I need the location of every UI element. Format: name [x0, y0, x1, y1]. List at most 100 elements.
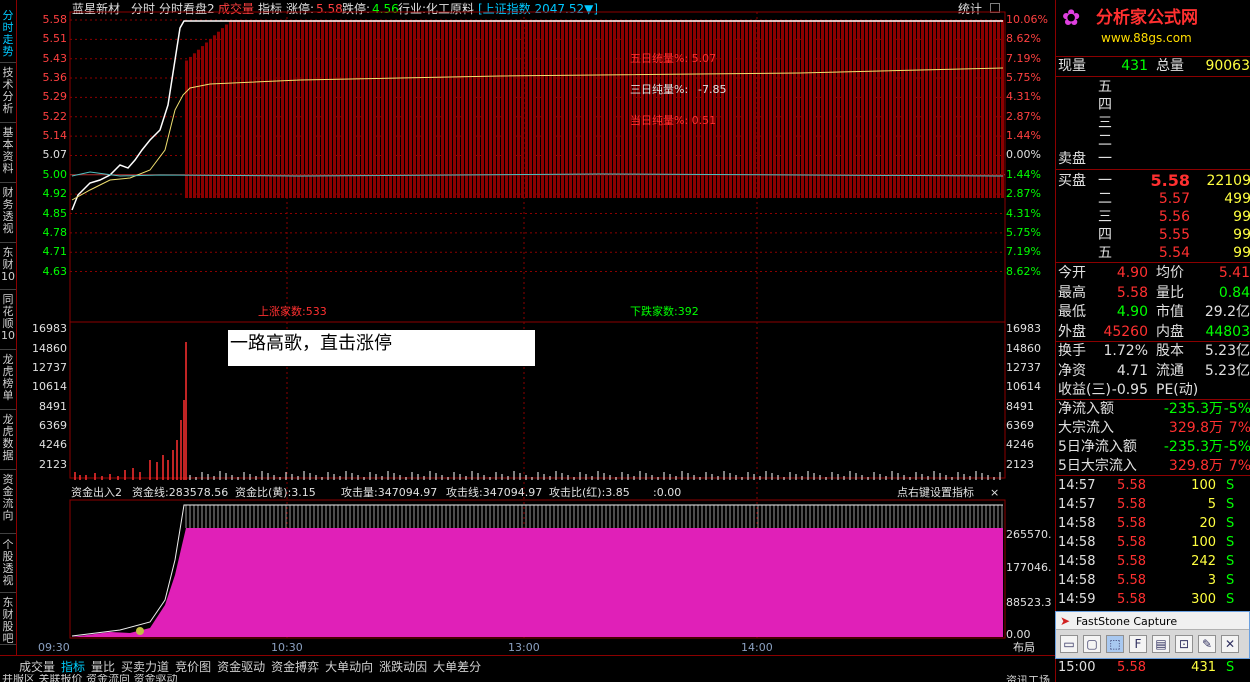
tick-time: 14:58 — [1058, 573, 1096, 588]
flow-row: 净流入额 -235.3万 -5% — [1058, 398, 1250, 417]
note-text: 一路高歌，直击涨停 — [230, 333, 392, 354]
pct-tick: 5.75% — [1006, 71, 1041, 85]
now-row: 现量 431 总量 90063 — [1058, 55, 1250, 74]
note-box: 一路高歌，直击涨停 — [228, 330, 535, 366]
left-tab-1[interactable]: 技术分析 — [0, 65, 16, 123]
buy-price: 5.56 — [1158, 209, 1190, 225]
window-icon-2[interactable]: ▢ — [1083, 635, 1101, 653]
logo-text: 分析家公式网 — [1096, 8, 1198, 28]
pct-tick: 0.00% — [1006, 148, 1041, 162]
price-tick: 4.85 — [42, 206, 68, 220]
buy-volume: 499 — [1224, 191, 1250, 207]
flow-value: 329.8万 — [1168, 420, 1223, 436]
tick-time: 15:00 — [1058, 660, 1096, 675]
down-count: 下跌家数:392 — [630, 305, 699, 318]
now-value: 431 — [1121, 58, 1148, 74]
flow-label: 净流入额 — [1058, 401, 1114, 417]
sell-row: 四 — [1058, 94, 1248, 113]
window-icon[interactable]: ▭ — [1060, 635, 1078, 653]
tick-price: 5.58 — [1117, 535, 1146, 550]
price-tick: 5.43 — [42, 51, 68, 65]
volume-tick-right: 8491 — [1006, 400, 1034, 413]
logo-flower-icon: ✿ — [1062, 6, 1081, 31]
indicator-settings-hint[interactable]: 点右键设置指标 — [897, 486, 974, 499]
pct-tick: 8.62% — [1006, 264, 1041, 278]
time-tick: 09:30 — [38, 641, 70, 654]
side-tab-label[interactable]: 资讯工场 — [1006, 674, 1050, 682]
today-ratio: 当日纯量%: 0.51 — [630, 114, 717, 127]
left-tab-10[interactable]: 东财股吧 — [0, 595, 16, 645]
indicator-tick: 0.00 — [1006, 628, 1031, 641]
faststone-icon: ➤ — [1060, 614, 1071, 628]
bottom-tabs: 成交量 指标 量比 买卖力道 竞价图 资金驱动 资金搏弈 大单动向 涨跌动因 大单差分 — [0, 655, 1055, 674]
tick-time: 14:57 — [1058, 497, 1096, 512]
layout-button[interactable]: 布局 — [1013, 641, 1035, 654]
volume-tick: 6369 — [39, 419, 67, 432]
logo-area: ✿ 分析家公式网 www.88gs.com — [1056, 0, 1250, 56]
buy-volume: 99 — [1233, 245, 1250, 261]
settings-icon[interactable]: ✎ — [1198, 635, 1216, 653]
flow-pct: -5% — [1223, 401, 1250, 417]
tick-side: S — [1226, 497, 1235, 512]
sell-level: 二 — [1098, 133, 1112, 149]
pct-tick: 2.87% — [1006, 187, 1041, 201]
stat-label: 净资 — [1058, 362, 1086, 379]
capture-icon[interactable]: ⊡ — [1175, 635, 1193, 653]
volume-tick: 2123 — [39, 458, 67, 471]
logo-url: www.88gs.com — [1101, 31, 1192, 45]
left-tab-5[interactable]: 同花顺10 — [0, 292, 16, 350]
price-tick: 5.29 — [42, 90, 68, 104]
left-tab-0[interactable]: 分时走势 — [0, 8, 16, 63]
price-tick: 5.22 — [42, 109, 68, 123]
left-tab-8[interactable]: 资金流向 — [0, 472, 16, 534]
faststone-capture-toolbar[interactable]: ➤ FastStone Capture ▭ ▢ ⬚ F ▤ ⊡ ✎ ✕ — [1055, 611, 1250, 659]
stat-label-2: 市值 — [1156, 304, 1184, 320]
tick-volume: 3 — [1207, 573, 1216, 588]
bottom-tabs-2: 并服区 关联报价 资金流向 资金驱动 — [0, 674, 1055, 682]
tick-side: S — [1226, 660, 1235, 675]
left-tab-9[interactable]: 个股透视 — [0, 537, 16, 593]
flow-pct: 7% — [1228, 458, 1250, 474]
up-count: 上涨家数:533 — [258, 305, 327, 318]
quote-panel: ✿ 分析家公式网 www.88gs.com 现量 431 总量 90063 五四三二一卖… — [1006, 0, 1250, 682]
close-icon[interactable]: × — [990, 486, 999, 499]
left-tab-6[interactable]: 龙虎榜单 — [0, 352, 16, 410]
flow-pct: 7% — [1228, 420, 1250, 436]
buy-price: 5.58 — [1150, 171, 1190, 190]
pct-tick: 4.31% — [1006, 206, 1041, 220]
three-day-ratio: -7.85 — [698, 83, 727, 96]
trading-window: 分时走势技术分析基本资料财务透视东财10 同花顺10 龙虎榜单龙虎数据资金流向个股透… — [0, 0, 1250, 682]
left-tab-7[interactable]: 龙虎数据 — [0, 412, 16, 470]
pct-tick: 5.75% — [1006, 225, 1041, 239]
stat-label: 最低 — [1058, 304, 1086, 320]
indicator-name[interactable]: 资金出入2 — [71, 486, 122, 499]
stat-value: -0.95 — [1111, 382, 1148, 398]
tick-side: S — [1226, 592, 1235, 607]
stat-value-2: 5.41 — [1218, 265, 1250, 281]
stat-label: 今开 — [1058, 265, 1086, 281]
stat-value: 45260 — [1103, 323, 1148, 340]
volume-tick: 8491 — [39, 400, 67, 413]
pct-tick: 2.87% — [1006, 109, 1041, 123]
tick-time: 14:58 — [1058, 535, 1096, 550]
left-tab-2[interactable]: 基本资料 — [0, 125, 16, 183]
buy-volume: 99 — [1233, 209, 1250, 225]
buy-volume: 22109 — [1206, 173, 1250, 189]
volume-tick-right: 10614 — [1006, 380, 1041, 393]
close-icon[interactable]: ✕ — [1221, 635, 1239, 653]
region-icon[interactable]: ⬚ — [1106, 635, 1124, 653]
buy-price: 5.57 — [1158, 191, 1190, 207]
tick-volume: 100 — [1191, 478, 1216, 493]
total-value: 90063 — [1205, 58, 1250, 74]
tick-row: 14:57 5.58 5 S — [1058, 494, 1248, 513]
stat-row: 净资 4.71 流通 5.23亿 — [1058, 360, 1250, 379]
left-tab-3[interactable]: 财务透视 — [0, 185, 16, 243]
pct-tick: 1.44% — [1006, 129, 1041, 143]
buy-level: 五 — [1098, 245, 1112, 261]
scroll-icon[interactable]: ▤ — [1152, 635, 1170, 653]
stat-value: 4.71 — [1116, 362, 1148, 379]
fixed-region-icon[interactable]: F — [1129, 635, 1147, 653]
pct-tick: 7.19% — [1006, 245, 1041, 259]
price-tick: 5.07 — [42, 148, 68, 162]
left-tab-4[interactable]: 东财10 — [0, 245, 16, 290]
